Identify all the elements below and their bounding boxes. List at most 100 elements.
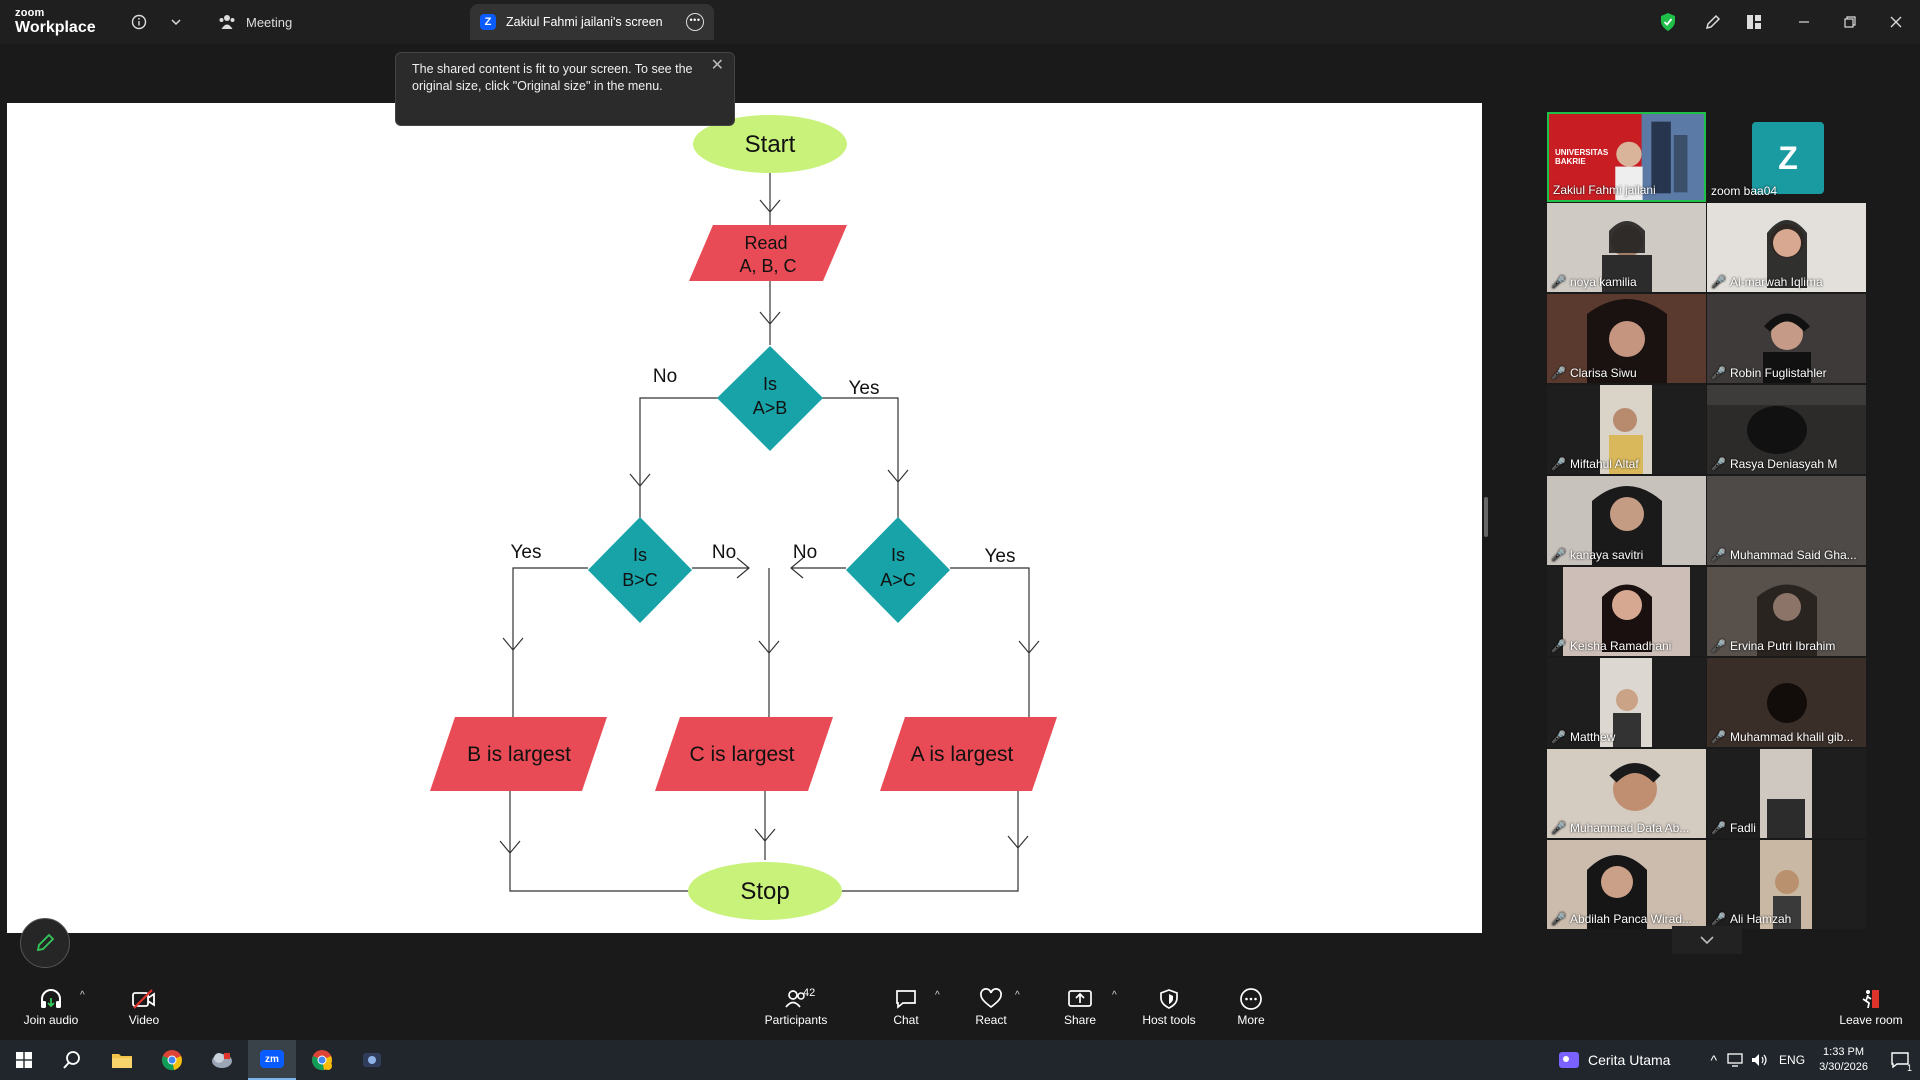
participant-name: Zakiul Fahmi jailani	[1553, 183, 1656, 197]
chrome-icon	[312, 1050, 332, 1071]
participant-name: 🎤 Robin Fuglistahler	[1711, 366, 1827, 380]
toast-close-icon[interactable]: ✕	[711, 57, 724, 74]
shared-screen: Start Read A, B, C Is A>B No Yes Is B>C …	[7, 103, 1482, 933]
leave-label: Leave room	[1839, 1013, 1903, 1027]
read-line2: A, B, C	[739, 256, 796, 276]
chrome-button[interactable]	[148, 1040, 196, 1080]
participant-name: 🎤 Muhammad khalil gib...	[1711, 730, 1854, 744]
react-button[interactable]: React	[946, 985, 1036, 1027]
logo-small: zoom	[15, 7, 45, 19]
react-options-caret-icon[interactable]: ^	[1015, 990, 1020, 1001]
more-options-icon[interactable]: •••	[686, 13, 704, 31]
widgets-icon[interactable]	[1558, 1050, 1580, 1070]
annotate-pencil-icon[interactable]	[1701, 10, 1725, 34]
mic-muted-icon: 🎤	[1711, 639, 1726, 653]
annotate-button[interactable]	[20, 918, 70, 968]
leave-room-button[interactable]: Leave room	[1826, 985, 1916, 1027]
camera-app-button[interactable]	[348, 1040, 396, 1080]
zoom-app-icon: zm	[260, 1050, 284, 1068]
read-line1: Read	[744, 233, 787, 253]
participant-tile[interactable]: 🎤 Ali Hamzah	[1707, 840, 1866, 929]
share-options-caret-icon[interactable]: ^	[1112, 990, 1117, 1001]
news-widget-label[interactable]: Cerita Utama	[1588, 1052, 1670, 1068]
camera-icon	[363, 1053, 381, 1067]
participants-button[interactable]: 42 Participants	[751, 985, 841, 1027]
participant-tile[interactable]: 🎤 Fadli	[1707, 749, 1866, 838]
participant-tile[interactable]: 🎤 Rasya Deniasyah M	[1707, 385, 1866, 474]
fit-to-screen-toast: The shared content is fit to your screen…	[395, 52, 735, 126]
volume-icon[interactable]	[1751, 1053, 1769, 1067]
panel-resize-handle[interactable]	[1484, 497, 1488, 537]
security-shield-icon[interactable]	[1656, 10, 1680, 34]
participant-tile[interactable]: 🎤 Muhammad Said Gha...	[1707, 476, 1866, 565]
minimize-icon[interactable]	[1792, 10, 1816, 34]
system-tray: Cerita Utama ^ ENG 1:33 PM 3/30/2026 1	[1558, 1040, 1920, 1080]
app-button[interactable]	[198, 1040, 246, 1080]
mic-muted-icon: 🎤	[1711, 457, 1726, 471]
chat-label: Chat	[893, 1013, 919, 1027]
participant-tile[interactable]: 🎤 Abdilah Panca Wirad...	[1547, 840, 1706, 929]
mic-muted-icon: 🎤	[1711, 821, 1726, 835]
participant-name: 🎤 Rasya Deniasyah M	[1711, 457, 1838, 471]
d1-line2: A>B	[753, 398, 788, 418]
search-button[interactable]	[48, 1040, 96, 1080]
label-no-1: No	[653, 366, 677, 387]
cloud-app-icon	[212, 1053, 232, 1068]
headphones-icon	[41, 989, 61, 1008]
network-icon[interactable]	[1727, 1053, 1743, 1067]
notifications-button[interactable]: 1	[1880, 1040, 1920, 1080]
clock-date: 3/30/2026	[1819, 1061, 1868, 1073]
participant-name: 🎤 kanaya savitri	[1551, 548, 1644, 562]
chevron-down-icon[interactable]	[164, 10, 188, 34]
video-off-icon	[132, 989, 155, 1009]
clock[interactable]: 1:33 PM 3/30/2026	[1819, 1045, 1868, 1075]
meeting-tab[interactable]: Meeting	[218, 10, 292, 34]
participant-tile[interactable]: 🎤 kanaya savitri	[1547, 476, 1706, 565]
screen-share-tab[interactable]: Z Zakiul Fahmi jailani's screen •••	[470, 4, 714, 40]
windows-start-button[interactable]	[0, 1040, 48, 1080]
participant-tile[interactable]: 🎤 Clarisa Siwu	[1547, 294, 1706, 383]
info-icon[interactable]	[127, 10, 151, 34]
language-indicator[interactable]: ENG	[1779, 1053, 1805, 1067]
participant-tile[interactable]: 🎤 Matthew	[1547, 658, 1706, 747]
logo-big: Workplace	[15, 19, 96, 36]
start-label: Start	[745, 131, 796, 158]
participant-tile[interactable]: 🎤 Keisha Ramadhani	[1547, 567, 1706, 656]
participant-tile[interactable]: 🎤 Miftahul Altaf	[1547, 385, 1706, 474]
more-button[interactable]: More	[1206, 985, 1296, 1027]
restore-icon[interactable]	[1838, 10, 1862, 34]
participant-tile[interactable]: Z zoom baa04	[1707, 112, 1866, 201]
chat-options-caret-icon[interactable]: ^	[935, 990, 940, 1001]
participant-name: 🎤 Muhammad Said Gha...	[1711, 548, 1857, 562]
file-explorer-button[interactable]	[98, 1040, 146, 1080]
react-label: React	[975, 1013, 1007, 1027]
participant-name: 🎤 Keisha Ramadhani	[1551, 639, 1672, 653]
participant-tile[interactable]: 🎤 Muhammad khalil gib...	[1707, 658, 1866, 747]
label-no-3: No	[793, 542, 817, 563]
search-icon	[63, 1051, 80, 1069]
participant-name: 🎤 Miftahul Altaf	[1551, 457, 1639, 471]
chrome-profile-button[interactable]	[298, 1040, 346, 1080]
video-button[interactable]: Video	[99, 985, 189, 1027]
show-hidden-icons-chevron-icon[interactable]: ^	[1710, 1052, 1717, 1068]
audio-options-caret-icon[interactable]: ^	[80, 990, 85, 1001]
participant-tile[interactable]: 🎤 Al-marwah Iqlima	[1707, 203, 1866, 292]
screen-tab-label: Zakiul Fahmi jailani's screen	[506, 15, 663, 29]
participant-tile[interactable]: 🎤 Muhammad Dafa Ab...	[1547, 749, 1706, 838]
participant-name: 🎤 Ali Hamzah	[1711, 912, 1792, 926]
view-layout-icon[interactable]	[1742, 10, 1766, 34]
d3-line1: Is	[891, 545, 905, 565]
host-tools-button[interactable]: Host tools	[1124, 985, 1214, 1027]
title-bar: zoom Workplace Meeting Z Zakiul Fahmi ja…	[0, 0, 1920, 44]
mic-muted-icon: 🎤	[1551, 275, 1566, 289]
leave-icon	[1862, 990, 1879, 1009]
participant-tile[interactable]: UNIVERSITAS BAKRIE Zakiul Fahmi jailani	[1547, 112, 1706, 202]
gallery-next-page-button[interactable]	[1672, 926, 1742, 954]
participant-tile[interactable]: 🎤 noya kamilia	[1547, 203, 1706, 292]
participant-tile[interactable]: 🎤 Ervina Putri Ibrahim	[1707, 567, 1866, 656]
close-icon[interactable]	[1884, 10, 1908, 34]
zoom-taskbar-button[interactable]: zm	[248, 1040, 296, 1080]
output-a-label: A is largest	[911, 743, 1014, 766]
mic-muted-icon: 🎤	[1551, 457, 1566, 471]
participant-tile[interactable]: 🎤 Robin Fuglistahler	[1707, 294, 1866, 383]
